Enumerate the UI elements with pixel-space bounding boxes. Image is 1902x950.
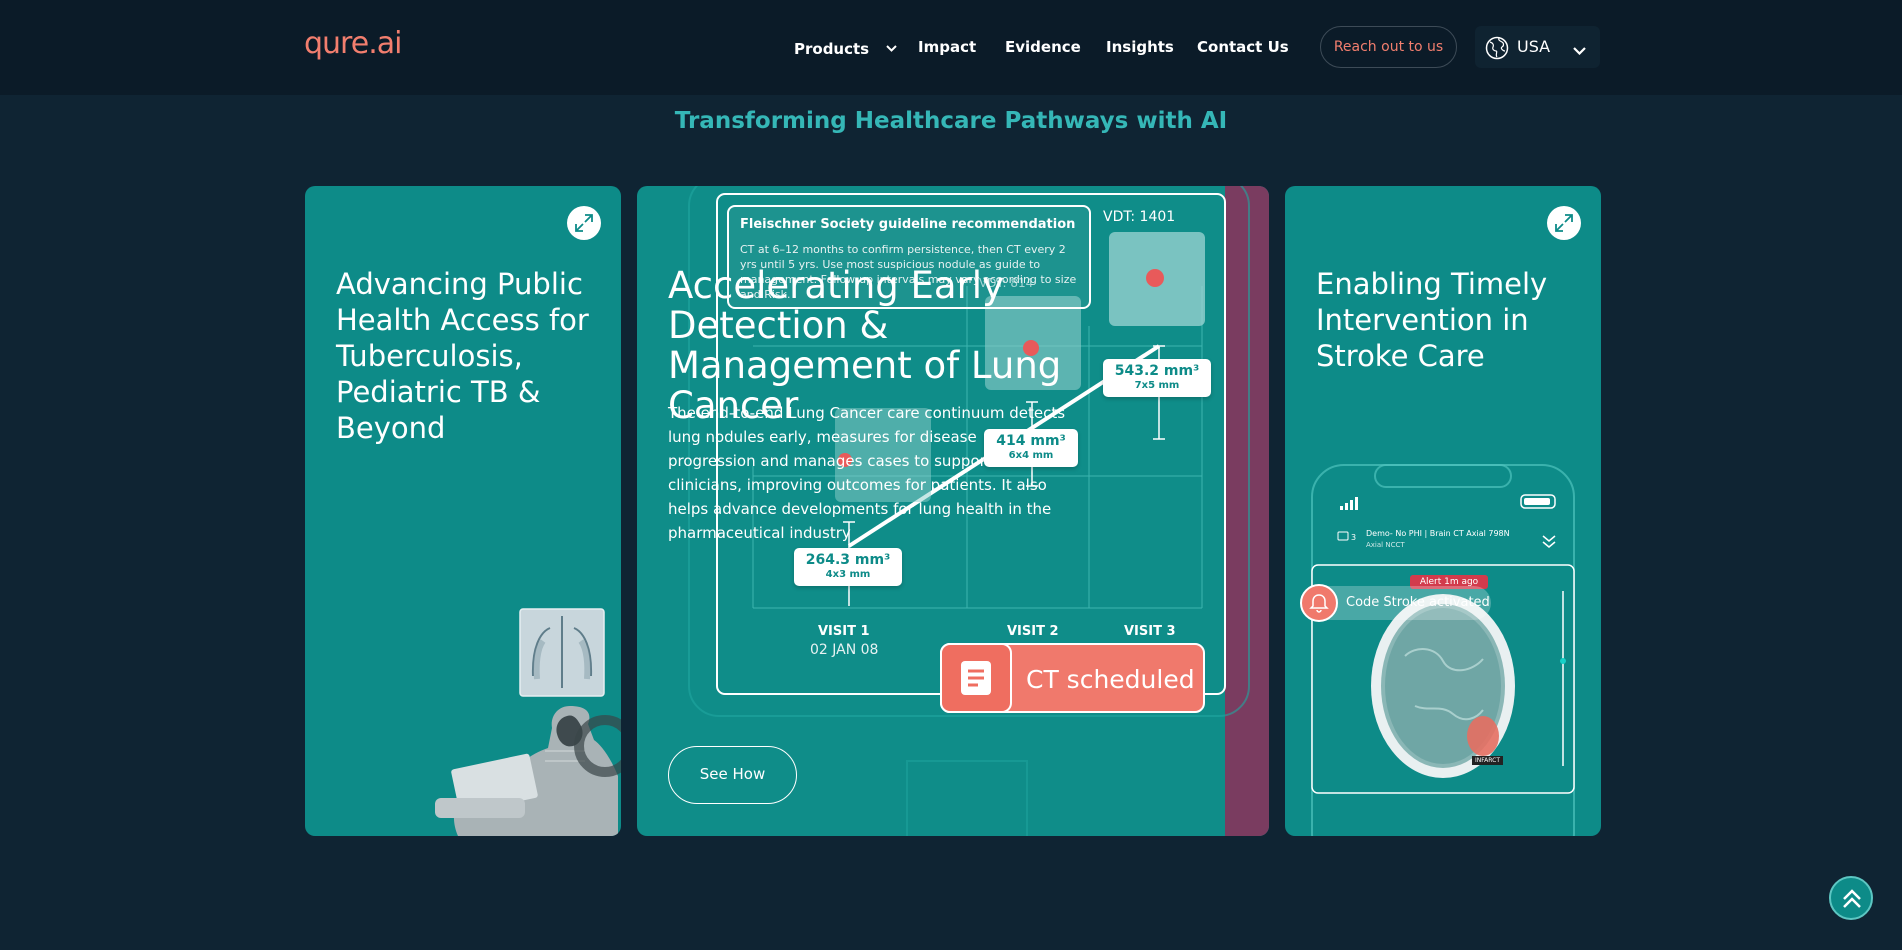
bell-icon [1300,584,1338,622]
card-tuberculosis[interactable]: Advancing Public Health Access for Tuber… [305,186,621,836]
ct-scheduled-text: CT scheduled [1026,665,1195,694]
nav-evidence[interactable]: Evidence [1005,38,1081,56]
guideline-title: Fleischner Society guideline recommendat… [740,217,1076,232]
document-icon [940,643,1012,713]
top-navbar: qure.ai Products Impact Evidence Insight… [0,0,1902,95]
measurement-size: 4x3 mm [825,569,871,580]
visit-label: VISIT 1 [818,624,870,639]
chevron-down-icon [886,38,898,56]
tb-worker-illustration [435,608,621,836]
double-chevron-up-icon [1843,889,1861,908]
measurement-label: 264.3 mm³ 4x3 mm [794,548,902,586]
section-title: Transforming Healthcare Pathways with AI [674,108,1228,134]
phone-subheader: Axial NCCT [1366,541,1405,549]
phone-illustration [1311,464,1575,836]
scroll-to-top-button[interactable] [1829,876,1873,920]
country-selector[interactable]: USA [1475,26,1600,68]
series-count: 3 [1351,533,1357,542]
visit-label: VISIT 3 [1124,624,1176,639]
card-description: The end-to-end Lung Cancer care continuu… [668,404,1066,542]
country-label: USA [1517,37,1551,56]
nav-products[interactable]: Products [794,38,898,58]
visit-date: 02 JAN 08 [810,642,879,658]
vdt-label: VDT: 1401 [1103,209,1176,225]
code-stroke-banner: Code Stroke activated [1300,584,1491,622]
qure-logo[interactable]: qure.ai [304,26,402,61]
phone-header: Demo- No PHI | Brain CT Axial 798N [1366,529,1510,538]
card-stroke[interactable]: Enabling Timely Intervention in Stroke C… [1285,186,1601,836]
chevron-down-icon [1573,40,1586,59]
globe-icon [1485,36,1509,64]
see-how-button[interactable]: See How [668,746,797,804]
ct-scheduled-badge: CT scheduled [940,643,1205,713]
visit-label: VISIT 2 [1007,624,1059,639]
nav-products-label: Products [794,40,870,58]
infarct-tag: INFARCT [1472,756,1503,765]
measurement-volume: 264.3 mm³ [805,552,891,568]
code-stroke-text: Code Stroke activated [1346,595,1490,610]
nav-contact-us[interactable]: Contact Us [1197,38,1289,56]
nav-impact[interactable]: Impact [918,38,976,56]
card-lung-cancer[interactable]: Fleischner Society guideline recommendat… [637,186,1269,836]
reach-out-button[interactable]: Reach out to us [1320,26,1457,68]
nav-insights[interactable]: Insights [1106,38,1174,56]
